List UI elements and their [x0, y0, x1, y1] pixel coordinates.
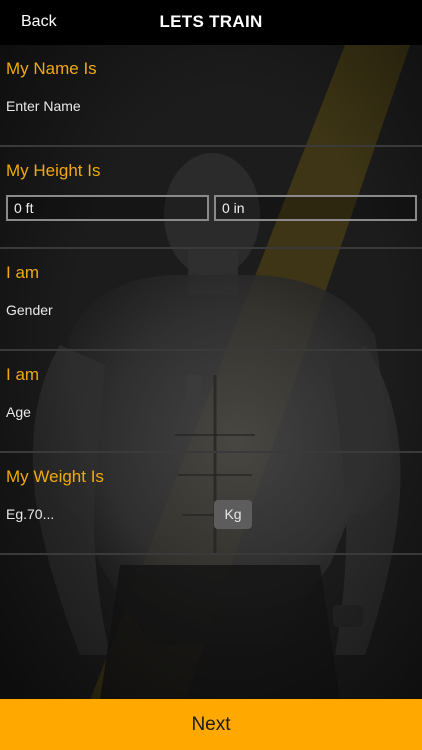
- height-feet-input[interactable]: 0 ft: [6, 195, 209, 221]
- name-heading: My Name Is: [6, 59, 97, 78]
- section-divider: [0, 553, 422, 555]
- name-input[interactable]: Enter Name: [6, 98, 81, 114]
- height-inches-input[interactable]: 0 in: [214, 195, 417, 221]
- app-screen: Back LETS TRAIN My Name Is Enter Name My…: [0, 0, 422, 750]
- weight-section: My Weight Is Eg.70...: [0, 453, 422, 555]
- gender-selector[interactable]: Gender: [6, 302, 53, 318]
- gender-section: I am Gender: [0, 249, 422, 351]
- weight-heading: My Weight Is: [6, 467, 104, 486]
- age-heading: I am: [6, 365, 40, 384]
- profile-form: My Name Is Enter Name My Height Is 0 ft …: [0, 45, 422, 555]
- navigation-bar: Back LETS TRAIN: [0, 0, 422, 45]
- gender-heading: I am: [6, 263, 40, 282]
- next-button[interactable]: Next: [0, 699, 422, 750]
- page-title: LETS TRAIN: [159, 12, 263, 31]
- age-selector[interactable]: Age: [6, 404, 31, 420]
- name-section: My Name Is Enter Name: [0, 45, 422, 147]
- height-heading: My Height Is: [6, 161, 101, 180]
- weight-input[interactable]: Eg.70...: [6, 506, 54, 522]
- weight-unit-button[interactable]: Kg: [214, 500, 252, 529]
- age-section: I am Age: [0, 351, 422, 453]
